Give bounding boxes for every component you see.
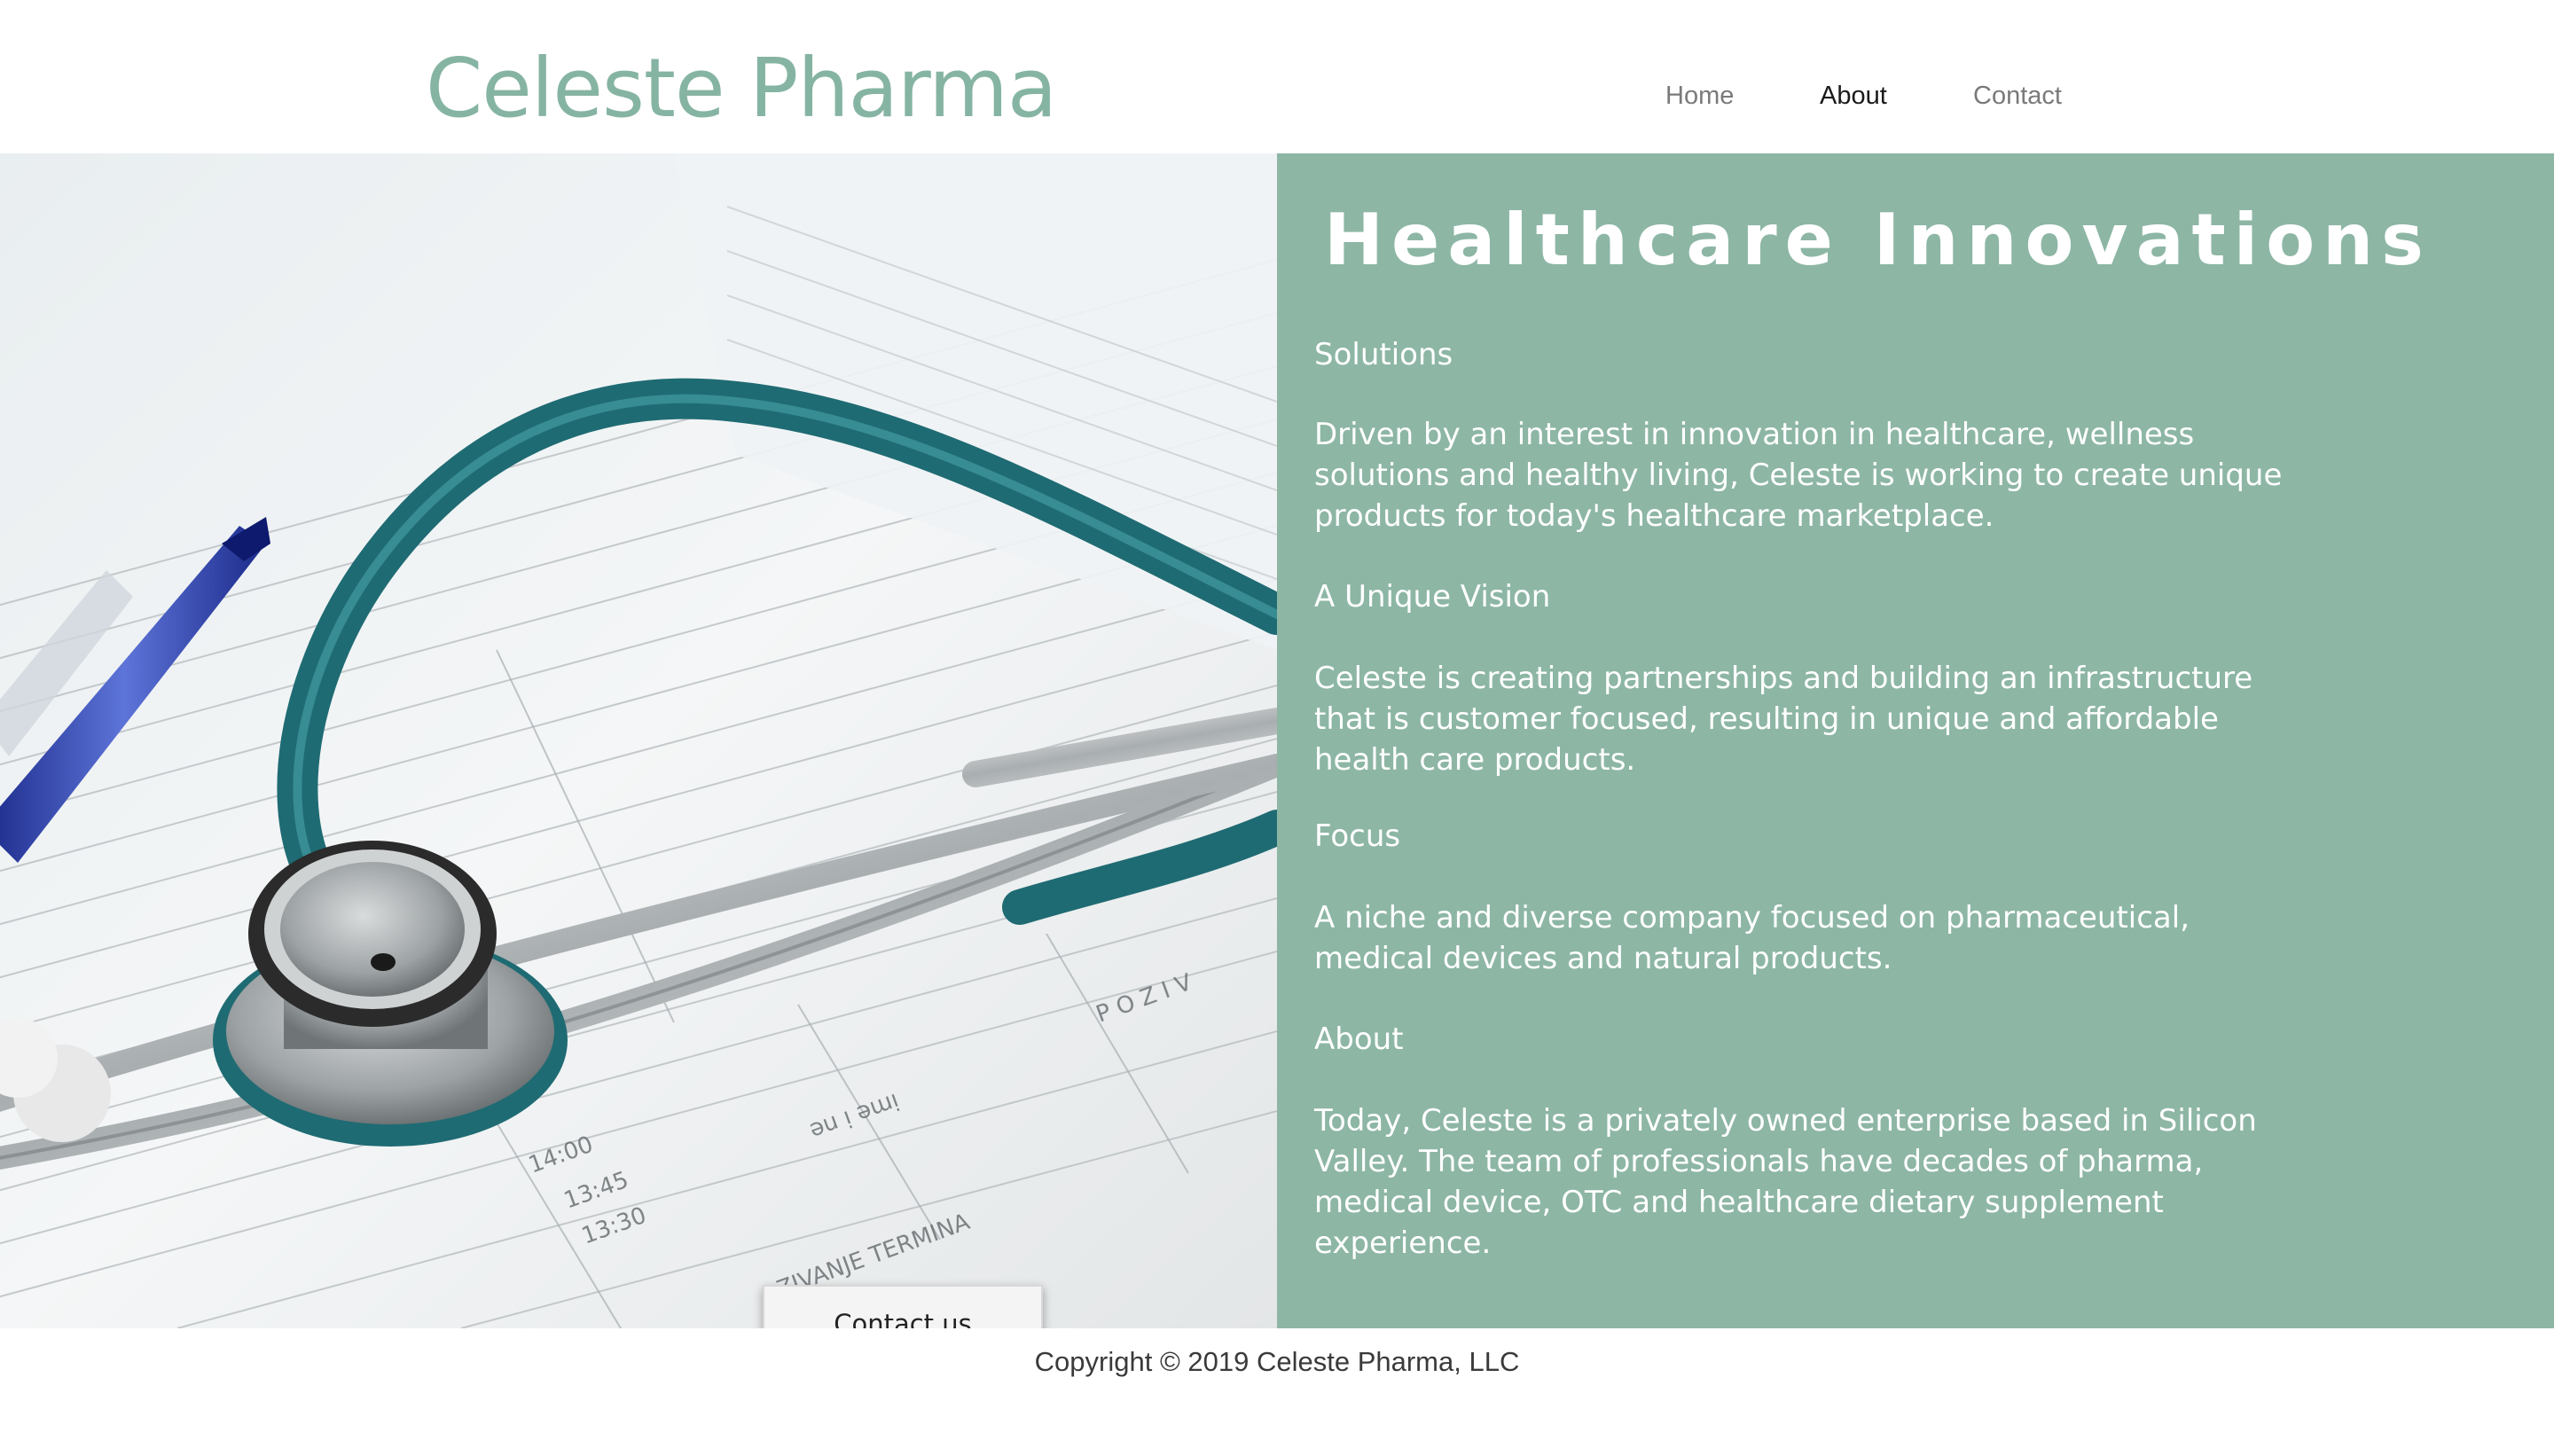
section-heading-focus: Focus	[1314, 818, 1401, 854]
section-text-about: Today, Celeste is a privately owned ente…	[1314, 1103, 2257, 1261]
nav-item-home[interactable]: Home	[1665, 80, 1734, 112]
contact-us-button[interactable]: Contact us	[763, 1285, 1043, 1328]
section-heading-vision: A Unique Vision	[1314, 579, 1551, 614]
site-footer: Copyright © 2019 Celeste Pharma, LLC	[0, 1328, 2554, 1456]
panel-title: Healthcare Innovations	[1324, 199, 2432, 281]
section-text-solutions: Driven by an interest in innovation in h…	[1314, 417, 2283, 534]
info-panel: Healthcare Innovations Solutions Driven …	[1277, 153, 2554, 1328]
section-heading-solutions: Solutions	[1314, 337, 1453, 372]
nav-item-contact[interactable]: Contact	[1973, 80, 2062, 112]
section-text-focus: A niche and diverse company focused on p…	[1314, 900, 2190, 976]
nav-item-about[interactable]: About	[1820, 80, 1887, 112]
copyright-text: Copyright © 2019 Celeste Pharma, LLC	[1034, 1346, 1520, 1377]
page: Celeste Pharma Home About Contact 14:00 …	[0, 0, 2554, 1456]
hero-image: 14:00 13:45 13:30 P O Z I V ime i ne ZIV…	[0, 153, 1277, 1328]
site-header: Celeste Pharma Home About Contact	[0, 0, 2554, 153]
section-text-vision: Celeste is creating partnerships and bui…	[1314, 661, 2253, 778]
section-heading-about: About	[1314, 1022, 1404, 1057]
site-logo[interactable]: Celeste Pharma	[426, 39, 1057, 138]
stethoscope-photo: 14:00 13:45 13:30 P O Z I V ime i ne ZIV…	[0, 153, 1277, 1328]
